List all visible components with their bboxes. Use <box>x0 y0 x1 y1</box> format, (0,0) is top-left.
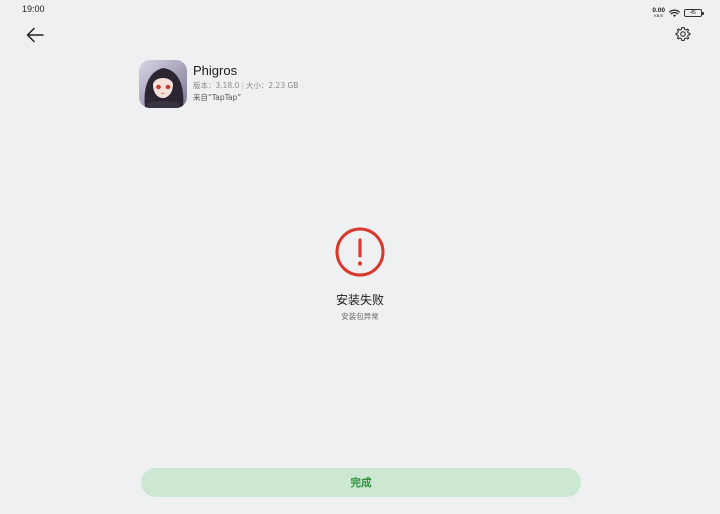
result-title: 安装失败 <box>335 293 384 307</box>
app-size: 大小：2.23 GB <box>245 81 299 90</box>
wifi-icon <box>669 3 680 22</box>
status-time: 19:00 <box>22 4 45 14</box>
app-info: Phigros 版本：3.18.0 | 大小：2.23 GB 来自“TapTap” <box>139 60 298 108</box>
app-source: 来自“TapTap” <box>193 93 242 102</box>
app-icon <box>139 60 187 108</box>
battery-icon: 45 <box>684 8 704 17</box>
arrow-left-icon <box>26 27 44 47</box>
battery-level: 45 <box>690 9 696 16</box>
settings-button[interactable] <box>673 26 693 46</box>
status-bar: 19:00 0.00 KB/S 45 <box>0 0 720 20</box>
app-version: 版本：3.18.0 <box>193 81 240 90</box>
gear-icon <box>675 26 691 46</box>
exclamation-circle-icon <box>334 226 386 278</box>
meta-separator: | <box>241 81 244 90</box>
back-button[interactable] <box>24 26 46 48</box>
network-speed-indicator: 0.00 KB/S <box>652 7 665 18</box>
app-name: Phigros <box>193 63 238 78</box>
network-speed-unit: KB/S <box>654 12 664 18</box>
done-button[interactable]: 完成 <box>141 468 581 497</box>
install-result: 安装失败 安装包异常 <box>0 226 720 322</box>
result-subtitle: 安装包异常 <box>341 312 379 321</box>
status-indicators: 0.00 KB/S 45 <box>652 3 704 22</box>
app-meta: 版本：3.18.0 | 大小：2.23 GB <box>193 80 298 91</box>
